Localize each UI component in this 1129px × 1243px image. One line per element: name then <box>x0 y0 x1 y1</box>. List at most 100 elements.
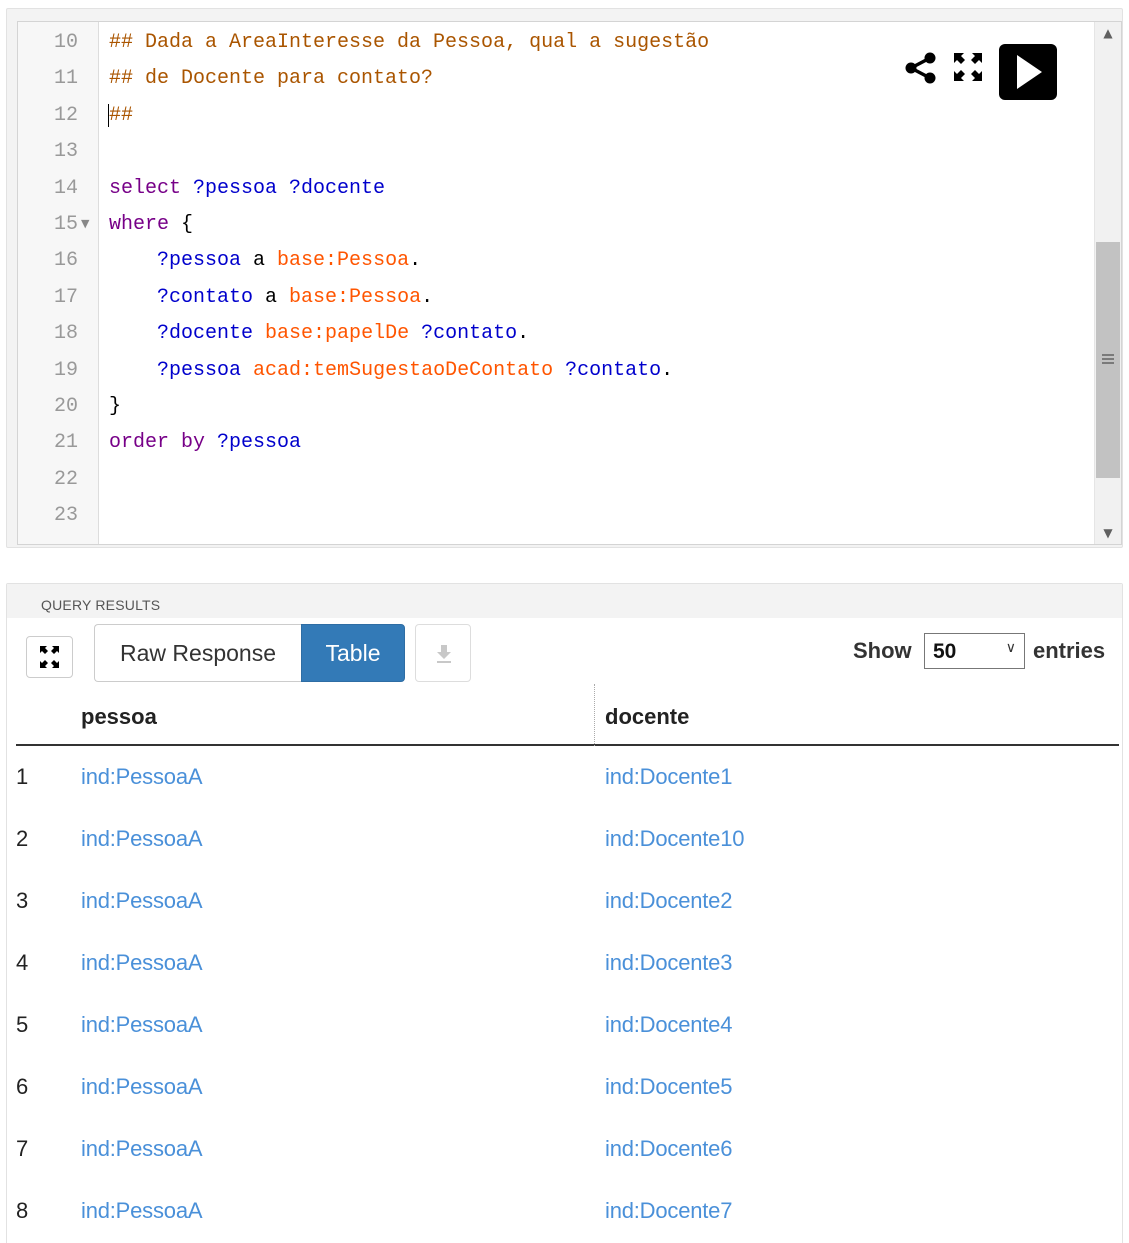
row-number: 1 <box>16 764 29 789</box>
row-number: 2 <box>16 826 29 851</box>
code-line[interactable]: 15 ▼ where { <box>18 207 1088 243</box>
pessoa-link[interactable]: ind:PessoaA <box>81 888 203 914</box>
docente-link[interactable]: ind:Docente3 <box>605 950 732 976</box>
table-row: 7 ind:PessoaA ind:Docente6 <box>16 1118 1119 1180</box>
query-editor-panel: 10 ## Dada a AreaInteresse da Pessoa, qua… <box>6 8 1123 548</box>
show-label: Show <box>853 638 912 663</box>
line-number: 17 <box>53 285 78 309</box>
table-view-button[interactable]: Table <box>301 624 405 682</box>
entries-select-value: 50 <box>933 640 957 663</box>
raw-response-button[interactable]: Raw Response <box>94 624 301 682</box>
code-line[interactable]: 21 order by ?pessoa <box>18 425 1088 461</box>
line-number: 12 <box>53 103 78 127</box>
line-number: 14 <box>53 176 78 200</box>
table-row: 4 ind:PessoaA ind:Docente3 <box>16 932 1119 994</box>
table-row: 3 ind:PessoaA ind:Docente2 <box>16 870 1119 932</box>
code-text: } <box>109 389 121 425</box>
code-line[interactable]: 18 ?docente base:papelDe ?contato. <box>18 316 1088 352</box>
results-caption: QUERY RESULTS <box>41 597 161 613</box>
share-icon[interactable] <box>903 50 939 86</box>
docente-link[interactable]: ind:Docente7 <box>605 1198 732 1224</box>
code-text: ## de Docente para contato? <box>109 61 433 97</box>
code-token: . <box>661 358 674 382</box>
docente-link[interactable]: ind:Docente4 <box>605 1012 732 1038</box>
line-number: 15 <box>53 213 78 236</box>
column-divider[interactable] <box>594 684 595 746</box>
code-token: ?contato <box>421 322 518 346</box>
docente-link[interactable]: ind:Docente6 <box>605 1136 732 1162</box>
code-text: ?docente base:papelDe ?contato. <box>109 316 529 352</box>
pessoa-link[interactable]: ind:PessoaA <box>81 1198 203 1224</box>
docente-link[interactable]: ind:Docente5 <box>605 1074 732 1100</box>
code-line[interactable]: 13 <box>18 134 1088 170</box>
pessoa-link[interactable]: ind:PessoaA <box>81 826 203 852</box>
code-token: order by <box>109 431 218 455</box>
code-line[interactable]: 17 ?contato a base:Pessoa. <box>18 280 1088 316</box>
code-line[interactable]: 23 <box>18 498 1088 534</box>
code-token: a <box>253 285 290 309</box>
pessoa-link[interactable]: ind:PessoaA <box>81 1136 203 1162</box>
pessoa-link[interactable]: ind:PessoaA <box>81 764 203 790</box>
code-line[interactable]: 12 ## <box>18 98 1088 134</box>
docente-link[interactable]: ind:Docente1 <box>605 764 732 790</box>
code-token: ## de Docente para contato? <box>109 67 434 91</box>
code-line[interactable]: 22 <box>18 462 1088 498</box>
code-token: ?pessoa <box>217 431 302 455</box>
code-line[interactable]: 20} <box>18 389 1088 425</box>
fullscreen-icon[interactable] <box>951 50 985 84</box>
pessoa-link[interactable]: ind:PessoaA <box>81 1074 203 1100</box>
row-number: 4 <box>16 950 29 975</box>
line-number: 22 <box>53 467 78 491</box>
code-editor[interactable]: 10 ## Dada a AreaInteresse da Pessoa, qua… <box>17 21 1122 545</box>
line-number: 21 <box>53 431 78 455</box>
line-number: 18 <box>53 322 78 346</box>
entries-per-page-select[interactable]: 50 ∨ <box>924 633 1025 669</box>
play-icon <box>1017 55 1042 89</box>
code-token: select <box>109 176 194 200</box>
code-token: ?contato <box>157 285 254 309</box>
scroll-down-arrow-icon[interactable]: ▼ <box>1095 522 1121 544</box>
code-text: ?pessoa acad:temSugestaoDeContato ?conta… <box>109 353 673 389</box>
code-text: ?pessoa a base:Pessoa. <box>109 243 421 279</box>
column-header-docente[interactable]: docente <box>605 704 689 730</box>
scrollbar-thumb[interactable] <box>1096 242 1120 478</box>
code-token: . <box>517 322 530 346</box>
column-header-pessoa[interactable]: pessoa <box>81 704 157 730</box>
view-toggle-group: Raw Response Table <box>94 624 405 682</box>
pessoa-link[interactable]: ind:PessoaA <box>81 1012 203 1038</box>
code-token: } <box>109 395 122 418</box>
line-number: 11 <box>53 67 78 91</box>
code-text: select ?pessoa ?docente <box>109 171 385 207</box>
row-number: 5 <box>16 1012 29 1037</box>
docente-link[interactable]: ind:Docente10 <box>605 826 744 852</box>
code-token: where <box>109 213 182 236</box>
code-token: base:Pessoa <box>277 249 410 273</box>
expand-results-button[interactable] <box>26 636 73 678</box>
fold-arrow-icon[interactable]: ▼ <box>81 206 89 242</box>
fullscreen-icon <box>40 646 59 668</box>
table-row: 2 ind:PessoaA ind:Docente10 <box>16 808 1119 870</box>
query-results-panel: QUERY RESULTS Raw Response Table Show 50… <box>6 583 1123 1243</box>
row-number: 7 <box>16 1136 29 1161</box>
table-body: 1 ind:PessoaA ind:Docente1 2 ind:PessoaA ind:… <box>16 746 1119 1242</box>
code-token: ?contato <box>565 358 662 382</box>
code-text: where { <box>109 207 193 243</box>
code-line[interactable]: 16 ?pessoa a base:Pessoa. <box>18 243 1088 279</box>
run-query-button[interactable] <box>999 44 1057 100</box>
code-text: order by ?pessoa <box>109 425 301 461</box>
code-token: a <box>241 249 278 273</box>
line-number: 23 <box>53 504 78 528</box>
scroll-up-arrow-icon[interactable]: ▲ <box>1095 22 1121 44</box>
download-button[interactable] <box>415 624 471 682</box>
code-line[interactable]: 19 ?pessoa acad:temSugestaoDeContato ?co… <box>18 353 1088 389</box>
code-line[interactable]: 14 select ?pessoa ?docente <box>18 171 1088 207</box>
line-number: 16 <box>53 249 78 273</box>
results-table: pessoa docente 1 ind:PessoaA ind:Docente1 2… <box>16 684 1119 1242</box>
editor-scrollbar[interactable]: ▲ ▼ <box>1094 22 1121 544</box>
line-number: 20 <box>53 395 78 418</box>
docente-link[interactable]: ind:Docente2 <box>605 888 732 914</box>
pessoa-link[interactable]: ind:PessoaA <box>81 950 203 976</box>
